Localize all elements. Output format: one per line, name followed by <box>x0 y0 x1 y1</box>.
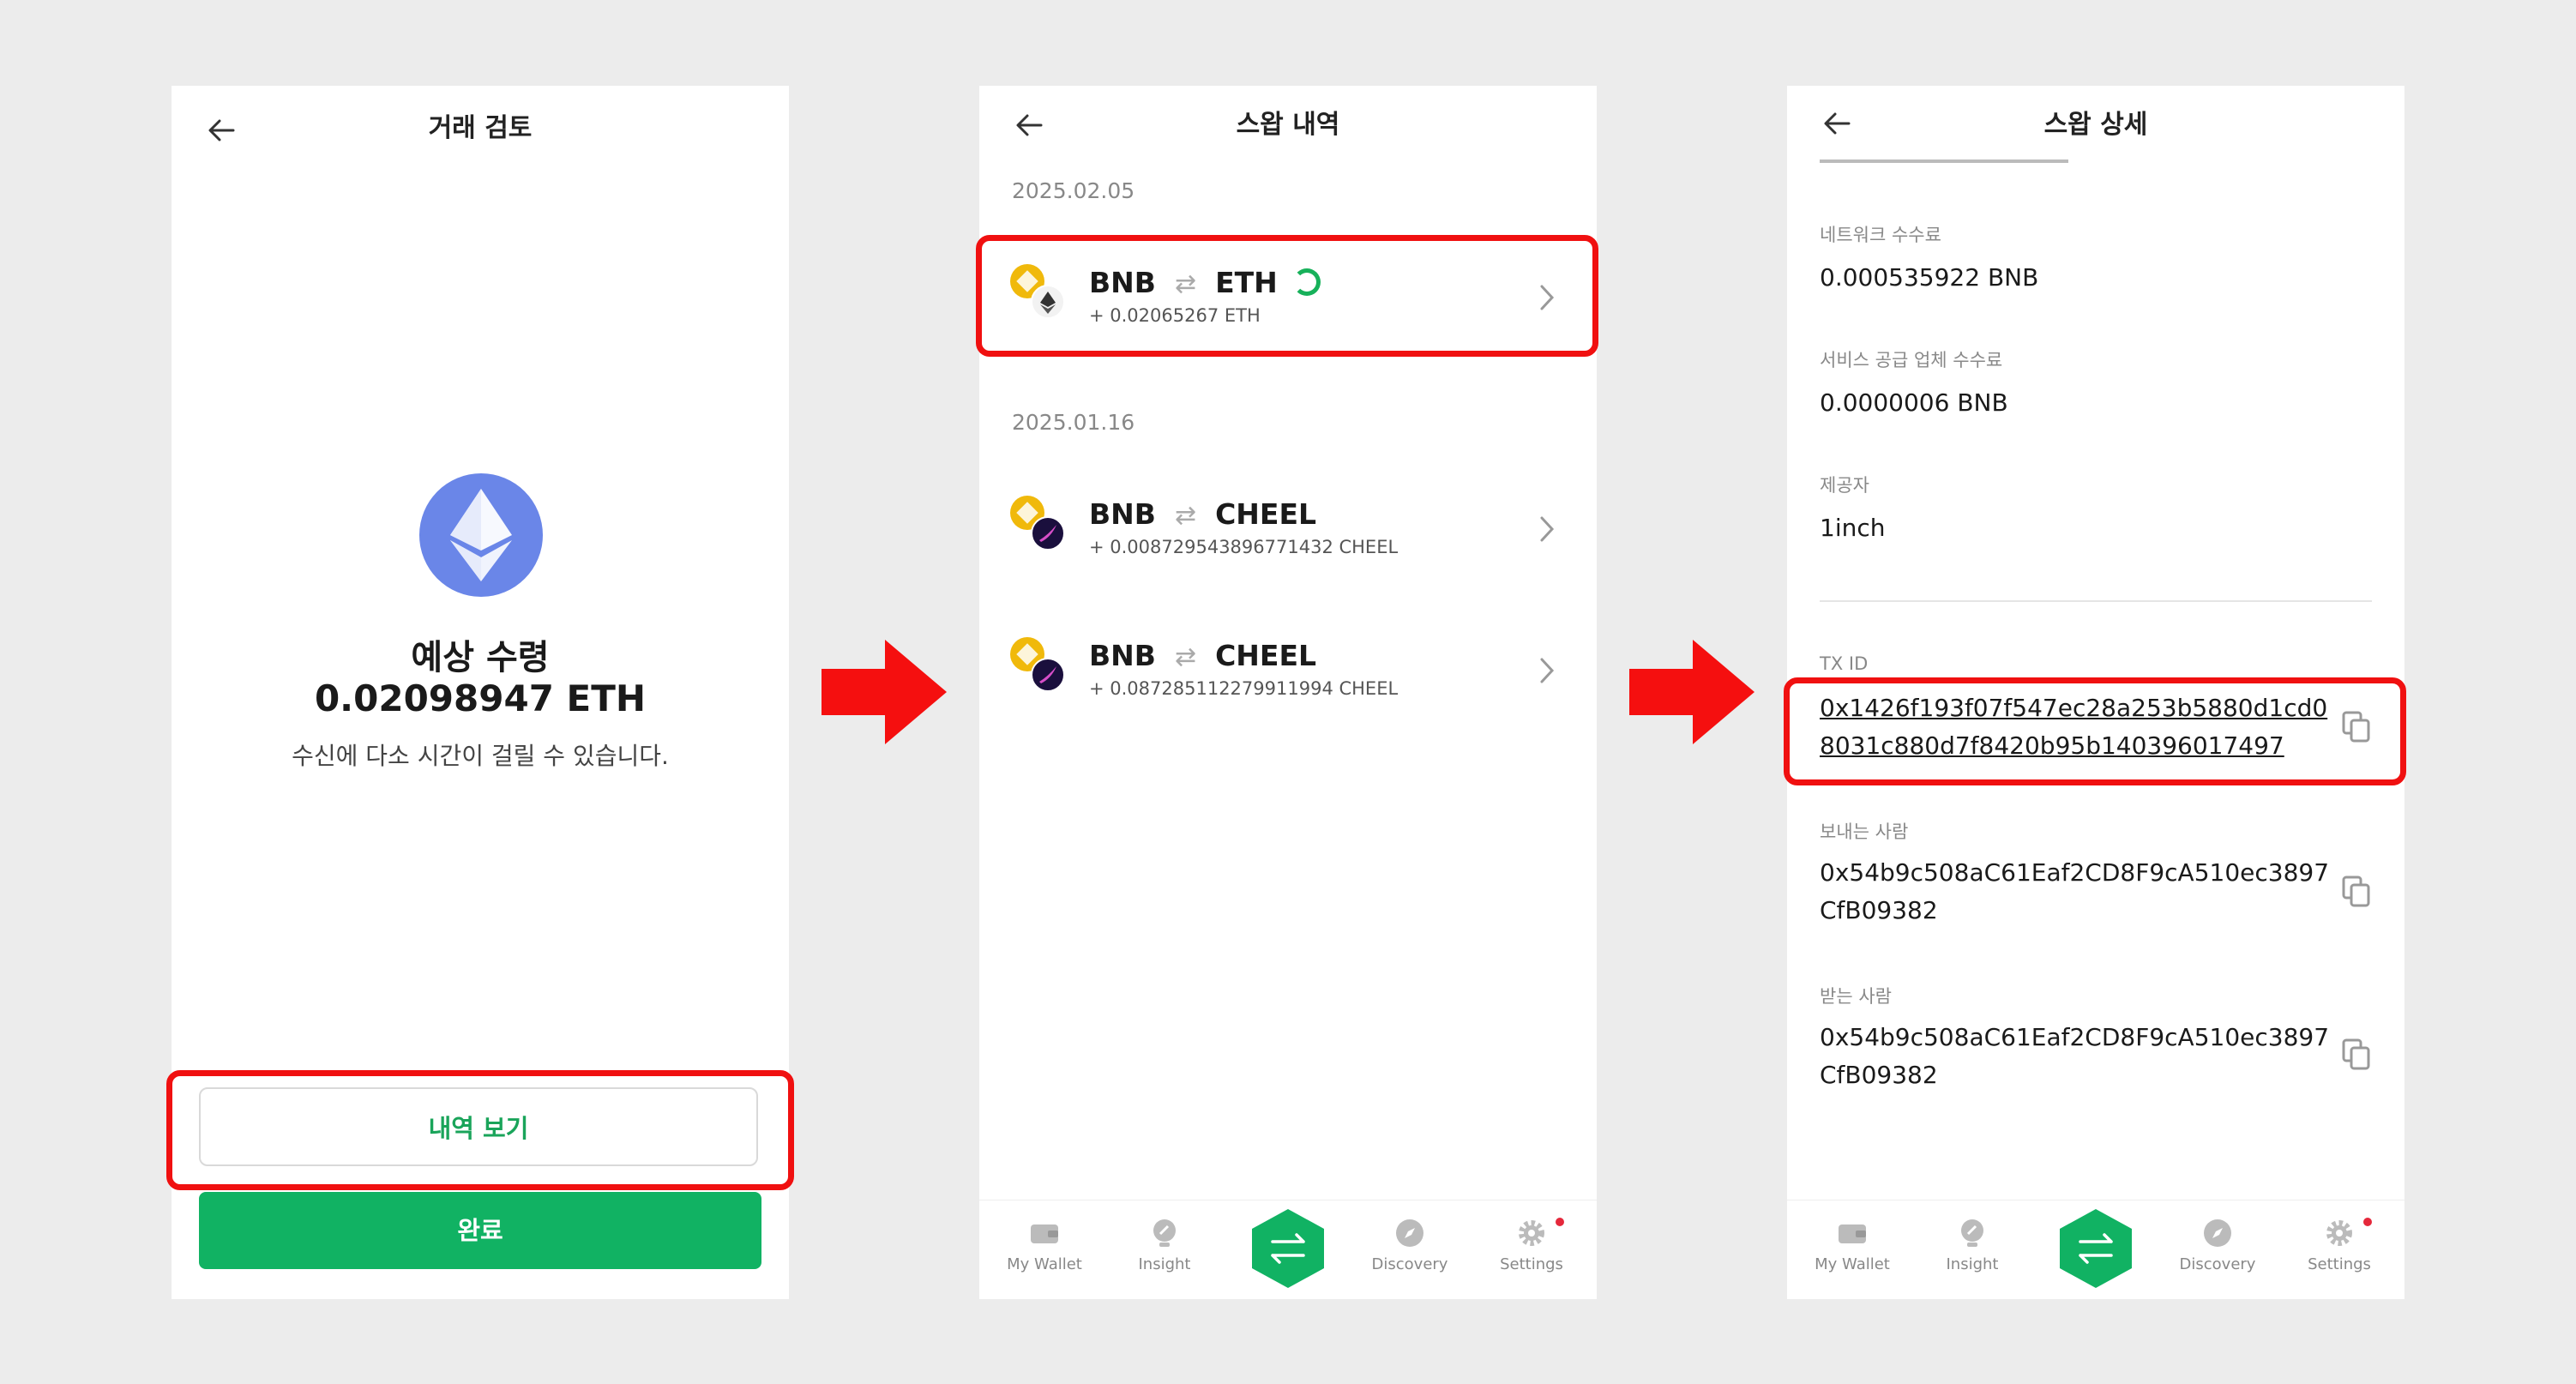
sender-label: 보내는 사람 <box>1820 821 1909 842</box>
wallet-icon <box>1029 1218 1060 1249</box>
sender-address: 0x54b9c508aC61Eaf2CD8F9cA510ec3897 CfB09… <box>1820 858 2330 924</box>
tab-settings[interactable]: Settings <box>1480 1218 1583 1273</box>
service-fee-label: 서비스 공급 업체 수수료 <box>1820 350 2003 370</box>
highlight-box <box>166 1070 794 1190</box>
swap-amount: + 0.008729543896771432 CHEEL <box>1089 537 1399 557</box>
tab-my-wallet[interactable]: My Wallet <box>993 1218 1096 1273</box>
scrolled-text-remnant <box>1820 154 2068 163</box>
bottom-tab-bar: My Wallet Insight Discovery Settings <box>1787 1200 2404 1299</box>
estimate-label: 예상 수령 <box>411 638 550 677</box>
network-fee-label: 네트워크 수수료 <box>1820 225 1941 245</box>
swap-item[interactable]: BNB ⇄ CHEEL + 0.087285112279911994 CHEEL <box>979 637 1597 723</box>
provider-value: 1inch <box>1820 514 1886 542</box>
swap-arrow-icon: ⇄ <box>1174 501 1197 531</box>
network-fee-value: 0.000535922 BNB <box>1820 263 2039 292</box>
gear-icon <box>1516 1218 1547 1249</box>
insight-icon <box>1957 1218 1988 1249</box>
next-step-arrow <box>822 640 947 744</box>
header: 거래 검토 <box>172 86 789 171</box>
swap-item[interactable]: BNB ⇄ CHEEL + 0.008729543896771432 CHEEL <box>979 496 1597 581</box>
wallet-icon <box>1837 1218 1868 1249</box>
tab-discovery[interactable]: Discovery <box>1358 1218 1461 1273</box>
chevron-right-icon <box>1540 658 1555 683</box>
date-header: 2025.02.05 <box>1012 178 1135 203</box>
bottom-tab-bar: My Wallet Insight Discovery Settings <box>979 1200 1597 1299</box>
page-title: 스왑 상세 <box>2043 110 2148 140</box>
page-title: 거래 검토 <box>428 113 533 143</box>
eth-icon <box>419 473 543 597</box>
provider-label: 제공자 <box>1820 475 1869 496</box>
date-header: 2025.01.16 <box>1012 410 1135 435</box>
cheel-icon <box>1031 658 1065 692</box>
service-fee-value: 0.0000006 BNB <box>1820 388 2008 417</box>
tab-insight[interactable]: Insight <box>1921 1218 2024 1273</box>
highlight-box <box>976 235 1598 357</box>
cheel-icon <box>1031 516 1065 551</box>
insight-icon <box>1149 1218 1180 1249</box>
swap-tab-button[interactable] <box>2058 1209 2134 1288</box>
next-step-arrow <box>1629 640 1754 744</box>
gear-icon <box>2324 1218 2355 1249</box>
page-title: 스왑 내역 <box>1236 110 1340 140</box>
txid-label: TX ID <box>1820 653 1869 674</box>
compass-icon <box>1394 1218 1425 1249</box>
tab-insight[interactable]: Insight <box>1113 1218 1216 1273</box>
swap-pair: BNB ⇄ CHEEL <box>1089 497 1317 531</box>
swap-pair: BNB ⇄ CHEEL <box>1089 639 1317 672</box>
tab-my-wallet[interactable]: My Wallet <box>1801 1218 1904 1273</box>
notification-dot <box>2363 1218 2372 1226</box>
delay-note: 수신에 다소 시간이 걸릴 수 있습니다. <box>292 742 669 770</box>
swap-tab-button[interactable] <box>1250 1209 1326 1288</box>
compass-icon <box>2202 1218 2233 1249</box>
estimate-amount: 0.02098947 ETH <box>314 677 647 719</box>
copy-icon[interactable] <box>2341 875 2372 909</box>
receiver-label: 받는 사람 <box>1820 986 1892 1007</box>
notification-dot <box>1556 1218 1564 1226</box>
copy-icon[interactable] <box>2341 1038 2372 1072</box>
chevron-right-icon <box>1540 516 1555 542</box>
swap-arrow-icon: ⇄ <box>1174 642 1197 672</box>
highlight-box <box>1784 677 2406 785</box>
swap-amount: + 0.087285112279911994 CHEEL <box>1089 678 1399 699</box>
done-button[interactable]: 완료 <box>199 1192 761 1269</box>
receiver-address: 0x54b9c508aC61Eaf2CD8F9cA510ec3897 CfB09… <box>1820 1023 2330 1089</box>
header: 스왑 내역 <box>979 86 1597 171</box>
tab-settings[interactable]: Settings <box>2288 1218 2391 1273</box>
divider <box>1820 600 2372 602</box>
tab-discovery[interactable]: Discovery <box>2166 1218 2269 1273</box>
